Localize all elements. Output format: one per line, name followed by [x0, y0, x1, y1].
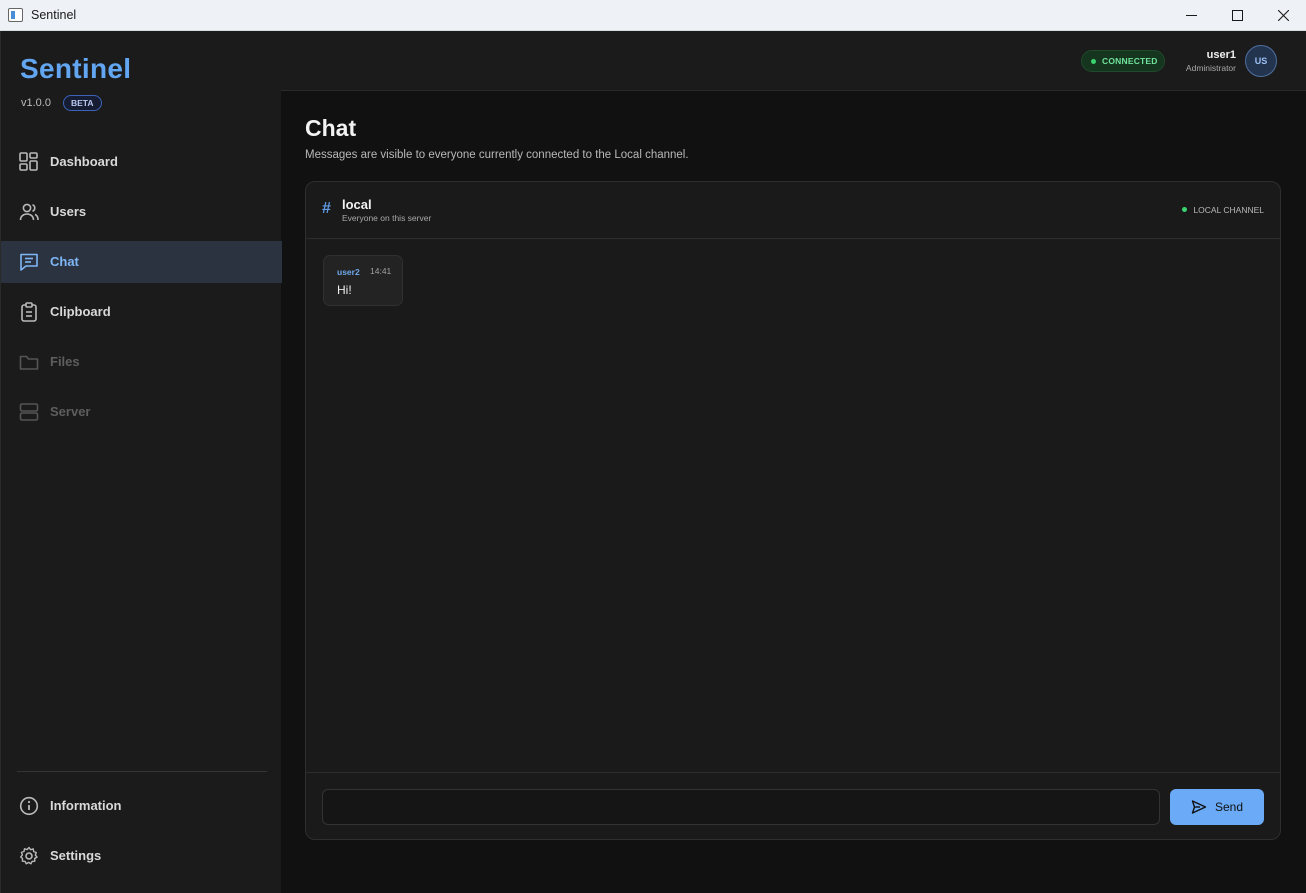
app-window-icon: [8, 8, 23, 22]
maximize-icon: [1231, 10, 1243, 21]
sidebar-item-files[interactable]: Files: [1, 341, 282, 383]
avatar[interactable]: US: [1245, 45, 1277, 77]
channel-badge: LOCAL CHANNEL: [1182, 205, 1264, 215]
sidebar-item-information[interactable]: Information: [1, 785, 282, 827]
beta-badge: BETA: [63, 95, 102, 111]
app-version: v1.0.0: [21, 97, 51, 109]
user-name: user1: [1206, 49, 1236, 61]
sidebar: Sentinel v1.0.0 BETA Dashboard Users Cha…: [0, 31, 282, 893]
top-header: CONNECTED user1 Administrator US: [281, 31, 1306, 91]
sidebar-item-users[interactable]: Users: [1, 191, 282, 233]
channel-description: Everyone on this server: [342, 213, 432, 223]
channel-status-dot-icon: [1182, 207, 1188, 212]
minimize-button[interactable]: [1168, 0, 1214, 31]
send-button[interactable]: Send: [1170, 789, 1264, 825]
page-subtitle: Messages are visible to everyone current…: [305, 149, 689, 161]
sidebar-item-label: Dashboard: [50, 154, 118, 169]
users-icon: [19, 203, 39, 221]
message-input[interactable]: [322, 789, 1160, 825]
sidebar-item-clipboard[interactable]: Clipboard: [1, 291, 282, 333]
hash-icon: #: [322, 200, 331, 217]
clipboard-icon: [21, 302, 37, 322]
chat-panel: # local Everyone on this server LOCAL CH…: [305, 181, 1281, 840]
window-titlebar: Sentinel: [0, 0, 1306, 31]
sidebar-item-chat[interactable]: Chat: [1, 241, 282, 283]
message-author: user2: [337, 267, 360, 277]
brand-logo: Sentinel: [20, 53, 132, 84]
close-button[interactable]: [1260, 0, 1306, 31]
sidebar-item-label: Chat: [50, 254, 79, 269]
minimize-icon: [1185, 15, 1197, 16]
message-time: 14:41: [370, 266, 392, 276]
connection-status-badge: CONNECTED: [1081, 50, 1165, 72]
page-title: Chat: [305, 115, 357, 141]
sidebar-divider: [17, 771, 267, 772]
chat-icon: [20, 253, 38, 271]
close-icon: [1277, 10, 1289, 21]
channel-header: # local Everyone on this server LOCAL CH…: [306, 182, 1280, 239]
dashboard-icon: [19, 152, 38, 171]
window-title: Sentinel: [31, 8, 77, 22]
channel-name: local: [342, 197, 372, 212]
message-bubble: user2 14:41 Hi!: [323, 255, 403, 306]
send-icon: [1191, 800, 1207, 814]
sidebar-item-label: Settings: [50, 848, 102, 863]
status-dot-icon: [1091, 59, 1096, 64]
sidebar-item-settings[interactable]: Settings: [1, 835, 282, 877]
settings-icon: [20, 846, 38, 865]
sidebar-item-dashboard[interactable]: Dashboard: [1, 141, 282, 183]
message-text: Hi!: [337, 283, 352, 297]
user-role: Administrator: [1185, 63, 1236, 73]
info-icon: [19, 796, 39, 816]
maximize-button[interactable]: [1214, 0, 1260, 31]
sidebar-item-label: Users: [50, 204, 87, 219]
sidebar-item-label: Information: [50, 798, 122, 813]
sidebar-item-server[interactable]: Server: [1, 391, 282, 433]
folder-icon: [19, 355, 39, 370]
send-button-label: Send: [1214, 800, 1244, 814]
channel-badge-text: LOCAL CHANNEL: [1193, 205, 1264, 215]
sidebar-item-label: Clipboard: [50, 304, 111, 319]
server-icon: [19, 403, 39, 421]
sidebar-item-label: Server: [50, 404, 91, 419]
message-composer: Send: [306, 772, 1280, 839]
message-list[interactable]: user2 14:41 Hi!: [306, 239, 1280, 773]
connection-status-text: CONNECTED: [1102, 56, 1158, 66]
sidebar-item-label: Files: [50, 354, 80, 369]
